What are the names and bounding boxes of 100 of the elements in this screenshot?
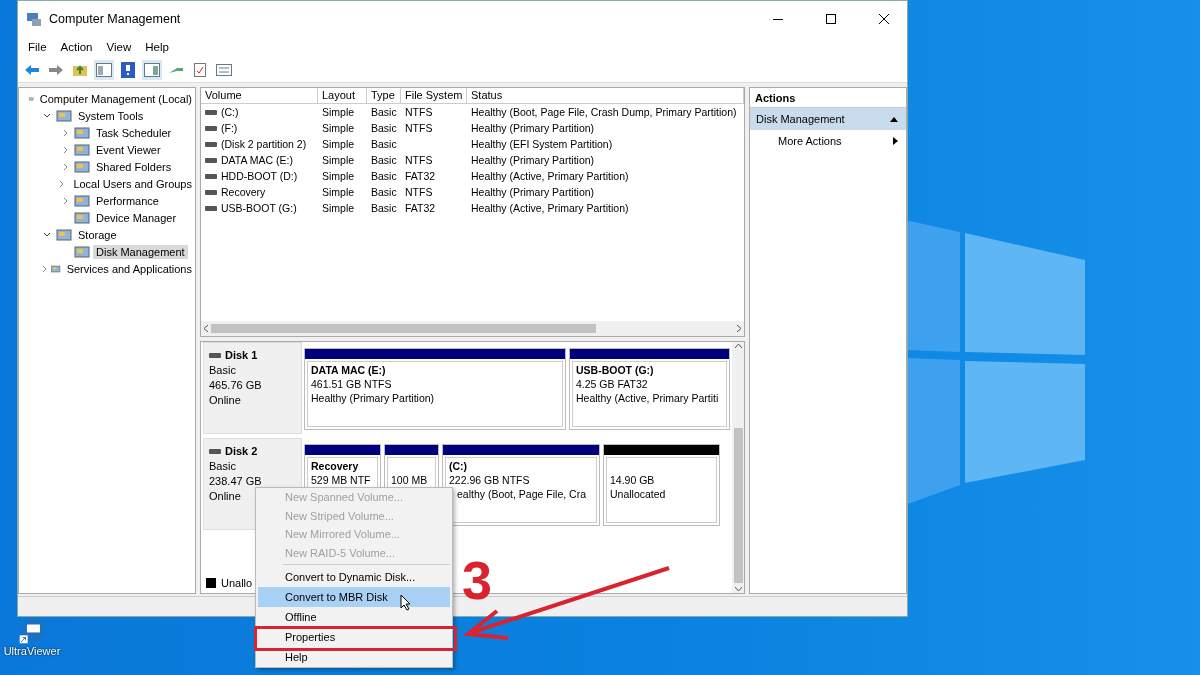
monitor-app-icon[interactable]: [17, 618, 47, 644]
menu-item[interactable]: Help: [258, 647, 450, 667]
tree-item[interactable]: Device Manager: [93, 210, 180, 225]
tree-item[interactable]: System Tools: [75, 108, 147, 123]
menu-item[interactable]: Convert to MBR Disk: [258, 587, 450, 607]
node-icon: [74, 159, 90, 174]
tree-item[interactable]: Local Users and Groups: [70, 176, 195, 191]
node-icon: [74, 142, 90, 157]
tree-item[interactable]: Performance: [93, 193, 162, 208]
table-cell: (Disk 2 partition 2): [221, 138, 307, 150]
tree-item[interactable]: Shared Folders: [93, 159, 175, 174]
chevron-right-icon[interactable]: [59, 179, 64, 188]
disk-name: Disk 2: [225, 444, 258, 458]
table-cell: NTFS: [405, 122, 433, 134]
help-button[interactable]: [118, 59, 138, 80]
table-cell: Basic: [371, 202, 397, 214]
tree-item[interactable]: Computer Management (Local): [36, 91, 195, 106]
partition-size: 461.51 GB NTFS: [311, 377, 393, 391]
disk-type: Basic: [209, 363, 237, 377]
disk-size: 465.76 GB: [209, 378, 263, 392]
partition-block[interactable]: USB-BOOT (G:) 4.25 GB FAT32 Healthy (Active, Primary Partiti: [569, 348, 730, 430]
chevron-right-icon[interactable]: [62, 128, 68, 137]
partition-block[interactable]: (C:) 222.96 GB NTFS ealthy (Boot, Page File, Cra: [442, 444, 600, 526]
chevron-down-icon[interactable]: [43, 232, 51, 237]
chevron-right-icon[interactable]: [62, 196, 68, 205]
menu-item[interactable]: Help: [138, 41, 176, 53]
table-cell: Simple: [322, 138, 355, 150]
table-cell: Healthy (EFI System Partition): [471, 138, 613, 150]
column-header[interactable]: Volume: [201, 88, 318, 104]
forward-arrow-icon: [48, 63, 64, 76]
partition-name: Recovery: [311, 459, 360, 473]
minimize-icon: [773, 18, 783, 20]
menu-item[interactable]: Convert to Dynamic Disk...: [258, 567, 450, 587]
vertical-scrollbar[interactable]: [732, 342, 744, 593]
drive-icon: [205, 109, 217, 115]
table-cell: Simple: [322, 202, 355, 214]
horizontal-scrollbar[interactable]: [201, 321, 744, 336]
menu-item[interactable]: File: [21, 41, 54, 53]
tree-item[interactable]: Storage: [75, 227, 120, 242]
table-cell: Simple: [322, 170, 355, 182]
table-cell: NTFS: [405, 106, 433, 118]
node-icon: [74, 125, 90, 140]
table-cell: Simple: [322, 186, 355, 198]
tree-item[interactable]: Disk Management: [93, 244, 188, 259]
partition-name: USB-BOOT (G:): [576, 363, 655, 377]
table-cell: FAT32: [405, 202, 436, 214]
partition-name: DATA MAC (E:): [311, 363, 387, 377]
table-cell: Simple: [322, 154, 355, 166]
partition-size: 529 MB NTF: [311, 473, 372, 487]
disk-type: Basic: [209, 459, 237, 473]
chevron-down-icon[interactable]: [43, 113, 51, 118]
chevron-right-icon[interactable]: [62, 162, 68, 171]
menu-item[interactable]: View: [99, 41, 139, 53]
menu-item[interactable]: Action: [53, 41, 100, 53]
drive-icon: [205, 189, 217, 195]
chevron-right-icon[interactable]: [42, 264, 48, 273]
table-cell: Simple: [322, 122, 355, 134]
drive-icon: [205, 173, 217, 179]
partition-block[interactable]: DATA MAC (E:) 461.51 GB NTFS Healthy (Primary Partition): [304, 348, 566, 430]
column-header[interactable]: File System: [401, 88, 467, 104]
table-cell: Basic: [371, 186, 397, 198]
submenu-triangle-icon: [893, 137, 898, 145]
collapse-triangle-icon: [890, 116, 898, 122]
table-cell: Basic: [371, 122, 397, 134]
partition-size: 222.96 GB NTFS: [449, 473, 531, 487]
table-cell: Healthy (Primary Partition): [471, 154, 595, 166]
maximize-icon: [826, 14, 836, 24]
chevron-right-icon[interactable]: [62, 145, 68, 154]
shortcut-label: UltraViewer: [3, 645, 61, 657]
help-book-icon: [121, 61, 135, 78]
partition-size: 4.25 GB FAT32: [576, 377, 649, 391]
tree-item[interactable]: Services and Applications: [63, 261, 195, 276]
table-cell: Basic: [371, 106, 397, 118]
drive-icon: [209, 448, 221, 454]
table-cell: Simple: [322, 106, 355, 118]
actions-section[interactable]: Disk Management: [750, 108, 906, 130]
partition-color-bar: [385, 445, 438, 455]
table-cell: (C:): [221, 106, 239, 118]
partition-size: 100 MB: [391, 473, 429, 487]
table-cell: NTFS: [405, 154, 433, 166]
close-icon: [879, 14, 889, 24]
pane-button[interactable]: [142, 59, 162, 80]
partition-size: 14.90 GB: [610, 473, 656, 487]
column-header[interactable]: Layout: [318, 88, 367, 104]
action-item[interactable]: More Actions: [750, 130, 906, 152]
table-cell: DATA MAC (E:): [221, 154, 293, 166]
tree-item[interactable]: Task Scheduler: [93, 125, 175, 140]
disk-status: Online: [209, 393, 242, 407]
scroll-right-icon: [737, 325, 741, 332]
back-arrow-icon: [24, 63, 40, 76]
column-header[interactable]: Status: [467, 88, 744, 104]
pane-button[interactable]: [94, 59, 114, 80]
node-icon: [74, 193, 90, 208]
partition-block[interactable]: 14.90 GB Unallocated: [603, 444, 720, 526]
menu-item[interactable]: Offline: [258, 607, 450, 627]
partition-status: ealthy (Boot, Page File, Cra: [456, 487, 587, 501]
column-header[interactable]: Type: [367, 88, 401, 104]
table-cell: Healthy (Active, Primary Partition): [471, 170, 629, 182]
table-cell: FAT32: [405, 170, 436, 182]
tree-item[interactable]: Event Viewer: [93, 142, 164, 157]
